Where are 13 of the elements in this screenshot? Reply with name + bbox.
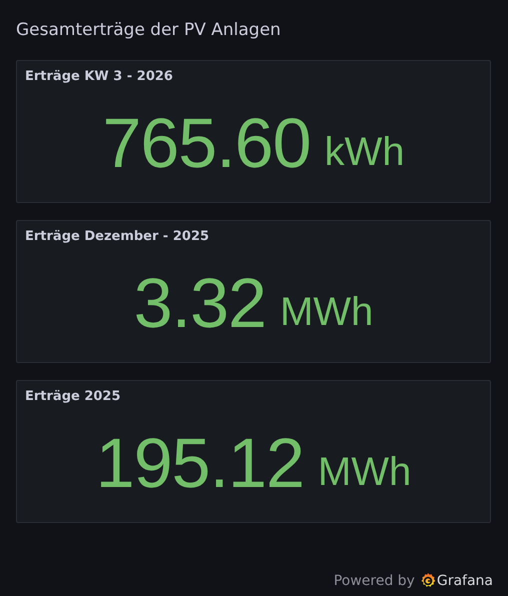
stat-value: 765.60 xyxy=(102,102,311,182)
stat-unit: MWh xyxy=(280,290,374,334)
stat-unit: kWh xyxy=(324,130,405,174)
dashboard-title: Gesamterträge der PV Anlagen xyxy=(16,19,282,42)
panel-title: Erträge 2025 xyxy=(24,388,122,405)
stat-unit: MWh xyxy=(318,450,412,494)
panel-title: Erträge KW 3 - 2026 xyxy=(24,68,174,85)
powered-by-text: Powered by xyxy=(334,572,415,588)
panel-title: Erträge Dezember - 2025 xyxy=(24,228,210,245)
stat-value: 195.12 xyxy=(96,422,304,502)
grafana-brand-text: Grafana xyxy=(436,572,493,588)
swirl-logo-icon xyxy=(420,572,436,589)
stat-value: 3.32 xyxy=(134,262,266,342)
